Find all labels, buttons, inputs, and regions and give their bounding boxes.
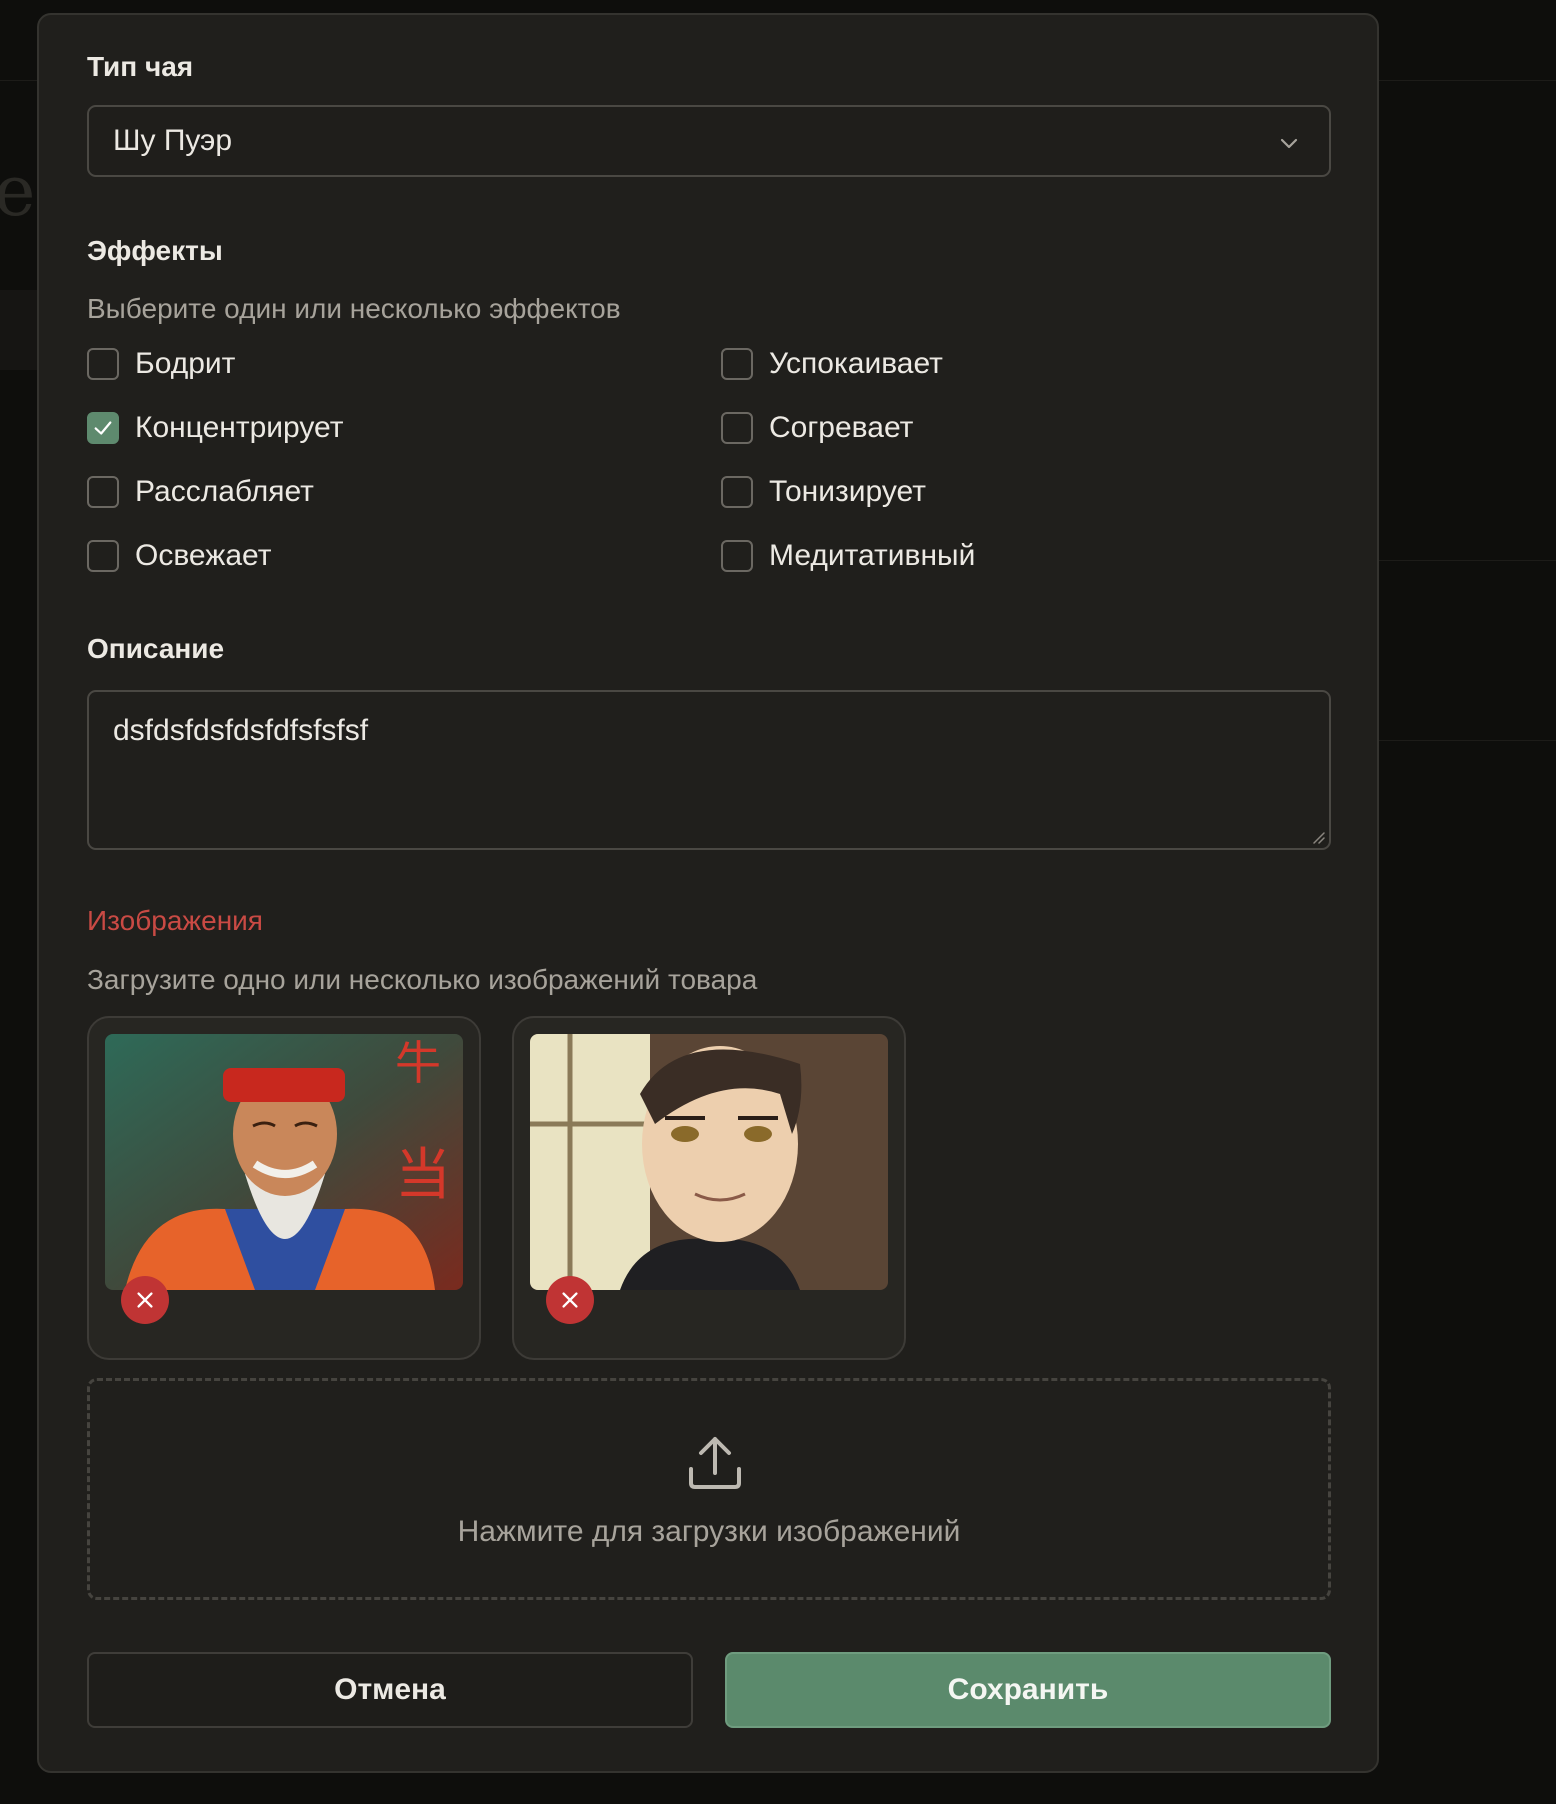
anime-portrait-image bbox=[530, 1034, 888, 1290]
checkbox[interactable] bbox=[721, 476, 753, 508]
remove-image-button[interactable] bbox=[546, 1276, 594, 1324]
background-panel bbox=[0, 290, 37, 370]
tea-type-label: Тип чая bbox=[87, 51, 194, 82]
chevron-down-icon bbox=[1280, 138, 1298, 149]
product-image-thumbnail: 牛 当 bbox=[105, 1034, 463, 1290]
description-value: dsfdsfdsfdsfdfsfsfsf bbox=[113, 714, 369, 747]
background-heading-fragment: e bbox=[0, 150, 36, 232]
checkbox[interactable] bbox=[87, 476, 119, 508]
elder-portrait-image: 牛 当 bbox=[105, 1034, 463, 1290]
remove-image-button[interactable] bbox=[121, 1276, 169, 1324]
checkbox[interactable] bbox=[87, 348, 119, 380]
effects-hint: Выберите один или несколько эффектов bbox=[87, 293, 621, 324]
effects-label: Эффекты bbox=[87, 235, 223, 266]
effect-checkbox-bodrit[interactable]: Бодрит bbox=[87, 347, 235, 381]
checkbox[interactable] bbox=[721, 412, 753, 444]
effect-checkbox-osvezhaet[interactable]: Освежает bbox=[87, 539, 271, 573]
background-divider bbox=[0, 80, 37, 81]
checkbox-label: Согревает bbox=[769, 411, 914, 444]
save-button[interactable]: Сохранить bbox=[725, 1652, 1331, 1728]
image-upload-dropzone[interactable]: Нажмите для загрузки изображений bbox=[87, 1378, 1331, 1600]
upload-icon bbox=[689, 1437, 741, 1489]
edit-product-dialog: Тип чая Шу Пуэр Эффекты Выберите один ил… bbox=[37, 13, 1379, 1773]
checkbox[interactable] bbox=[721, 540, 753, 572]
checkbox-label: Тонизирует bbox=[769, 475, 926, 508]
checkbox-label: Концентрирует bbox=[135, 411, 344, 444]
images-hint: Загрузите одно или несколько изображений… bbox=[87, 964, 758, 995]
checkbox-label: Успокаивает bbox=[769, 347, 943, 380]
cancel-button[interactable]: Отмена bbox=[87, 1652, 693, 1728]
effect-checkbox-kontsentriruet[interactable]: Концентрирует bbox=[87, 411, 343, 445]
effect-checkbox-sogrevaet[interactable]: Согревает bbox=[721, 411, 913, 445]
checkmark-icon bbox=[94, 421, 112, 435]
upload-instruction: Нажмите для загрузки изображений bbox=[457, 1515, 961, 1548]
checkbox[interactable] bbox=[721, 348, 753, 380]
effect-checkbox-meditativny[interactable]: Медитативный bbox=[721, 539, 975, 573]
svg-text:当: 当 bbox=[395, 1143, 451, 1208]
background-divider bbox=[1379, 80, 1556, 81]
svg-text:牛: 牛 bbox=[395, 1036, 441, 1090]
background-divider bbox=[1379, 560, 1556, 561]
checkbox-label: Освежает bbox=[135, 539, 272, 572]
image-card bbox=[512, 1016, 906, 1360]
checkbox-label: Медитативный bbox=[769, 539, 976, 572]
checkbox[interactable] bbox=[87, 412, 119, 444]
effect-checkbox-toniziruet[interactable]: Тонизирует bbox=[721, 475, 926, 509]
checkbox-label: Бодрит bbox=[135, 347, 236, 380]
resize-handle-icon[interactable] bbox=[1309, 828, 1325, 844]
product-image-thumbnail bbox=[530, 1034, 888, 1290]
tea-type-select[interactable]: Шу Пуэр bbox=[87, 105, 1331, 177]
effect-checkbox-uspokaivaet[interactable]: Успокаивает bbox=[721, 347, 943, 381]
image-card: 牛 当 bbox=[87, 1016, 481, 1360]
effect-checkbox-rasslablyaet[interactable]: Расслабляет bbox=[87, 475, 314, 509]
close-icon bbox=[137, 1292, 153, 1308]
description-textarea[interactable]: dsfdsfdsfdsfdfsfsfsf bbox=[87, 690, 1331, 850]
tea-type-selected-value: Шу Пуэр bbox=[113, 124, 233, 157]
checkbox[interactable] bbox=[87, 540, 119, 572]
description-label: Описание bbox=[87, 633, 225, 664]
checkbox-label: Расслабляет bbox=[135, 475, 314, 508]
close-icon bbox=[562, 1292, 578, 1308]
background-divider bbox=[1379, 740, 1556, 741]
images-label: Изображения bbox=[87, 905, 263, 936]
